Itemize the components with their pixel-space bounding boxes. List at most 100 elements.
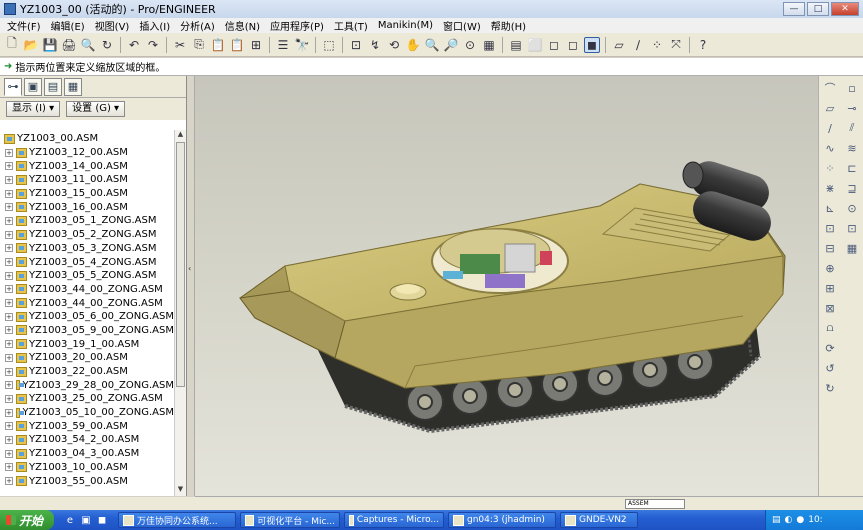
wireframe-icon[interactable]: ⬜ xyxy=(527,37,543,53)
print-icon[interactable]: 🖨 xyxy=(61,37,77,53)
merge-icon[interactable]: ↻ xyxy=(822,380,838,396)
tree-item[interactable]: + YZ1003_55_00.ASM xyxy=(0,474,174,488)
tree-item[interactable]: + YZ1003_05_4_ZONG.ASM xyxy=(0,255,174,269)
point-icon[interactable]: ⁘ xyxy=(822,160,838,176)
revolve-icon[interactable]: ⊡ xyxy=(844,220,860,236)
expand-icon[interactable]: + xyxy=(5,353,13,362)
expand-icon[interactable]: + xyxy=(5,189,13,198)
find-icon[interactable]: 🔭 xyxy=(294,37,310,53)
refit-icon[interactable]: ⊙ xyxy=(462,37,478,53)
view-manager-icon[interactable]: ▤ xyxy=(508,37,524,53)
datum-axes-icon[interactable]: ∕ xyxy=(630,37,646,53)
tree-item[interactable]: + YZ1003_05_9_00_ZONG.ASM xyxy=(0,324,174,338)
settings-dropdown[interactable]: 设置 (G) ▾ xyxy=(66,101,126,117)
expand-icon[interactable]: + xyxy=(5,367,13,376)
expand-icon[interactable]: + xyxy=(5,408,13,417)
menu-info[interactable]: 信息(N) xyxy=(220,18,265,33)
folder-tab[interactable]: ▣ xyxy=(24,77,42,96)
scroll-thumb[interactable] xyxy=(176,142,185,387)
expand-icon[interactable]: + xyxy=(5,422,13,431)
expand-icon[interactable]: + xyxy=(5,175,13,184)
expand-icon[interactable]: + xyxy=(5,230,13,239)
tree-item[interactable]: + YZ1003_59_00.ASM xyxy=(0,419,174,433)
tree-item[interactable]: + YZ1003_04_3_00.ASM xyxy=(0,447,174,461)
datum-plane-icon[interactable]: ▫ xyxy=(844,80,860,96)
datum-display-icon[interactable]: ⊡ xyxy=(348,37,364,53)
menu-help[interactable]: 帮助(H) xyxy=(486,18,531,33)
menu-edit[interactable]: 编辑(E) xyxy=(46,18,90,33)
tree-item[interactable]: + YZ1003_14_00.ASM xyxy=(0,159,174,173)
regenerate-icon[interactable]: ↻ xyxy=(99,37,115,53)
maximize-button[interactable]: □ xyxy=(807,2,829,16)
plane-icon[interactable]: ▱ xyxy=(822,100,838,116)
datum-analysis-icon[interactable]: ⊒ xyxy=(844,180,860,196)
expand-icon[interactable]: + xyxy=(5,299,13,308)
tree-item[interactable]: + YZ1003_44_00_ZONG.ASM xyxy=(0,296,174,310)
pattern-icon[interactable]: ↺ xyxy=(822,360,838,376)
expand-icon[interactable]: + xyxy=(5,326,13,335)
paste-icon[interactable]: 📋 xyxy=(210,37,226,53)
axis-icon[interactable]: ∕ xyxy=(822,120,838,136)
tree-root-item[interactable]: YZ1003_00.ASM xyxy=(0,132,174,146)
copy-geom-icon[interactable]: ⊡ xyxy=(822,220,838,236)
cut-icon[interactable]: ✂ xyxy=(172,37,188,53)
tree-item[interactable]: + YZ1003_15_00.ASM xyxy=(0,187,174,201)
menu-manikin[interactable]: Manikin(M) xyxy=(373,20,438,31)
tree-item[interactable]: + YZ1003_16_00.ASM xyxy=(0,200,174,214)
scroll-down-icon[interactable]: ▼ xyxy=(175,485,186,496)
select-box-icon[interactable]: ⬚ xyxy=(321,37,337,53)
menu-analysis[interactable]: 分析(A) xyxy=(175,18,220,33)
saved-views-icon[interactable]: ▦ xyxy=(481,37,497,53)
taskbar-task-button[interactable]: 万佳协同办公系统... xyxy=(118,512,236,528)
taskbar-task-button[interactable]: 可视化平台 - Mic... xyxy=(240,512,340,528)
menu-window[interactable]: 窗口(W) xyxy=(438,18,486,33)
tree-item[interactable]: + YZ1003_22_00.ASM xyxy=(0,365,174,379)
expand-icon[interactable]: + xyxy=(5,463,13,472)
minimize-button[interactable]: — xyxy=(783,2,805,16)
menu-tools[interactable]: 工具(T) xyxy=(329,18,373,33)
tree-item[interactable]: + YZ1003_44_00_ZONG.ASM xyxy=(0,283,174,297)
expand-icon[interactable]: + xyxy=(5,312,13,321)
layers-tab[interactable]: ▦ xyxy=(64,77,82,96)
expand-icon[interactable]: + xyxy=(5,258,13,267)
taskbar-task-button[interactable]: Captures - Micro... xyxy=(344,512,444,528)
sketch-icon[interactable]: ⌒ xyxy=(822,80,838,96)
datum-curve-icon[interactable]: ⫽ xyxy=(844,120,860,136)
zoom-in-icon[interactable]: 🔍 xyxy=(424,37,440,53)
tree-item[interactable]: + YZ1003_54_2_00.ASM xyxy=(0,433,174,447)
curve-icon[interactable]: ∿ xyxy=(822,140,838,156)
no-hidden-icon[interactable]: ◻ xyxy=(565,37,581,53)
redo-icon[interactable]: ↷ xyxy=(145,37,161,53)
print-preview-icon[interactable]: 🔍 xyxy=(80,37,96,53)
paste-special-icon[interactable]: 📋 xyxy=(229,37,245,53)
expand-icon[interactable]: + xyxy=(5,203,13,212)
taskbar-task-button[interactable]: GNDE-VN2 xyxy=(560,512,638,528)
model-tree-icon[interactable]: ⊞ xyxy=(248,37,264,53)
expand-icon[interactable]: + xyxy=(5,435,13,444)
app-icon[interactable]: ▣ xyxy=(80,514,92,526)
collapse-arrow-icon[interactable]: ‹ xyxy=(188,264,191,273)
assemble-icon[interactable]: ⊞ xyxy=(822,280,838,296)
shrinkwrap-icon[interactable]: ⊟ xyxy=(822,240,838,256)
model-tree-tab[interactable]: ⊶ xyxy=(4,77,22,96)
undo-icon[interactable]: ↶ xyxy=(126,37,142,53)
taskbar-task-button[interactable]: gn04:3 (jhadmin) xyxy=(448,512,556,528)
tree-item[interactable]: + YZ1003_12_00.ASM xyxy=(0,146,174,160)
tree-item[interactable]: + YZ1003_11_00.ASM xyxy=(0,173,174,187)
datum-planes-icon[interactable]: ▱ xyxy=(611,37,627,53)
spin-center-icon[interactable]: ↯ xyxy=(367,37,383,53)
tree-item[interactable]: + YZ1003_05_2_ZONG.ASM xyxy=(0,228,174,242)
pan-icon[interactable]: ✋ xyxy=(405,37,421,53)
desktop-icon[interactable]: ◼ xyxy=(96,514,108,526)
tree-item[interactable]: + YZ1003_25_00_ZONG.ASM xyxy=(0,392,174,406)
expand-icon[interactable]: + xyxy=(5,244,13,253)
expand-icon[interactable]: + xyxy=(5,271,13,280)
tree-item[interactable]: + YZ1003_05_6_00_ZONG.ASM xyxy=(0,310,174,324)
tree-scrollbar[interactable]: ▲ ▼ xyxy=(174,130,186,496)
tree-item[interactable]: + YZ1003_05_1_ZONG.ASM xyxy=(0,214,174,228)
menu-applications[interactable]: 应用程序(P) xyxy=(265,18,329,33)
tree-item[interactable]: + YZ1003_05_5_ZONG.ASM xyxy=(0,269,174,283)
extrude-icon[interactable]: ⊙ xyxy=(844,200,860,216)
expand-icon[interactable]: + xyxy=(5,477,13,486)
expand-icon[interactable]: + xyxy=(5,449,13,458)
